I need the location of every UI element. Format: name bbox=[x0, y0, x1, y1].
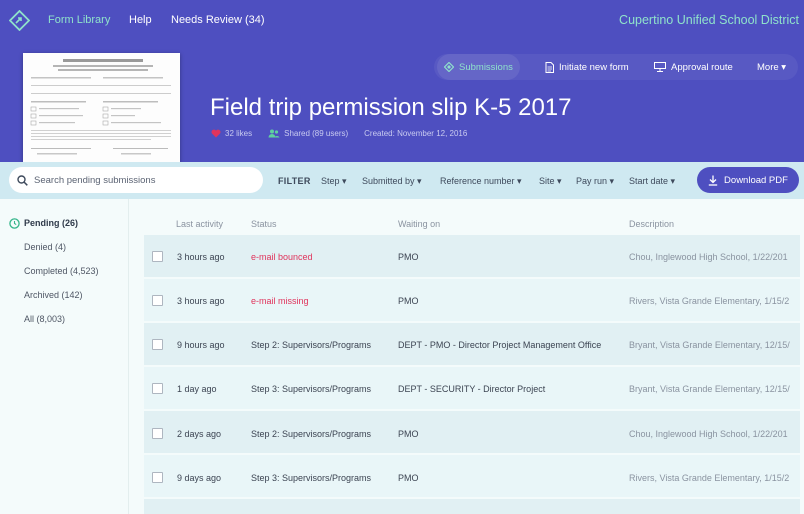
likes-count[interactable]: 32 likes bbox=[225, 129, 252, 138]
cell-description: Bryant, Vista Grande Elementary, 12/15/ bbox=[629, 340, 790, 350]
row-checkbox[interactable] bbox=[152, 428, 163, 439]
cell-waiting-on: DEPT - SECURITY - Director Project bbox=[398, 384, 546, 394]
column-header-status[interactable]: Status bbox=[251, 219, 277, 229]
document-icon bbox=[545, 61, 554, 73]
created-date: Created: November 12, 2016 bbox=[364, 129, 468, 138]
cell-waiting-on: PMO bbox=[398, 296, 419, 306]
filter-pay-run[interactable]: Pay run ▾ bbox=[576, 176, 614, 187]
cell-status: Step 2: Supervisors/Programs bbox=[251, 340, 372, 350]
route-icon bbox=[654, 62, 666, 72]
initiate-label: Initiate new form bbox=[559, 61, 629, 73]
sidebar-item-all[interactable]: All (8,003) bbox=[24, 314, 65, 324]
cell-description: Rivers, Vista Grande Elementary, 1/15/2 bbox=[629, 473, 790, 483]
row-checkbox[interactable] bbox=[152, 251, 163, 262]
cell-status: Step 3: Supervisors/Programs bbox=[251, 473, 372, 483]
cell-last-activity: 9 hours ago bbox=[177, 340, 225, 350]
diamond-icon bbox=[444, 62, 454, 72]
approval-label: Approval route bbox=[671, 61, 733, 73]
cell-waiting-on: DEPT - PMO - Director Project Management… bbox=[398, 340, 602, 350]
row-checkbox[interactable] bbox=[152, 295, 163, 306]
form-meta: 32 likes Shared (89 users) Created: Nove… bbox=[211, 129, 467, 138]
search-box[interactable] bbox=[9, 167, 263, 193]
cell-status: Step 2: Supervisors/Programs bbox=[251, 429, 372, 439]
sidebar-item-completed[interactable]: Completed (4,523) bbox=[24, 266, 99, 276]
download-pdf-button[interactable]: Download PDF bbox=[697, 167, 799, 193]
sidebar-item-archived[interactable]: Archived (142) bbox=[24, 290, 83, 300]
cell-status: e-mail bounced bbox=[251, 252, 313, 262]
cell-last-activity: 3 hours ago bbox=[177, 252, 225, 262]
cell-last-activity: 2 days ago bbox=[177, 429, 222, 439]
nav-form-library[interactable]: Form Library bbox=[48, 14, 110, 26]
download-icon bbox=[708, 175, 718, 186]
row-checkbox[interactable] bbox=[152, 339, 163, 350]
submissions-label: Submissions bbox=[459, 61, 513, 73]
cell-status: Step 3: Supervisors/Programs bbox=[251, 384, 372, 394]
search-input[interactable] bbox=[34, 174, 254, 186]
cell-waiting-on: PMO bbox=[398, 429, 419, 439]
clock-icon bbox=[9, 218, 20, 229]
download-label: Download PDF bbox=[724, 174, 788, 186]
table-row[interactable] bbox=[144, 499, 800, 514]
row-checkbox[interactable] bbox=[152, 383, 163, 394]
form-document-preview bbox=[23, 53, 180, 163]
cell-description: Bryant, Vista Grande Elementary, 12/15/ bbox=[629, 384, 790, 394]
sidebar-item-pending[interactable]: Pending (26) bbox=[24, 218, 78, 228]
app-logo-icon[interactable] bbox=[9, 10, 30, 31]
nav-needs-review[interactable]: Needs Review (34) bbox=[171, 14, 265, 26]
submissions-button[interactable]: Submissions bbox=[437, 54, 520, 80]
heart-icon bbox=[211, 129, 221, 138]
filter-site[interactable]: Site ▾ bbox=[539, 176, 562, 187]
top-navigation: Form Library Help Needs Review (34) Cupe… bbox=[0, 0, 804, 40]
filter-label: FILTER bbox=[278, 176, 311, 186]
sidebar-item-denied[interactable]: Denied (4) bbox=[24, 242, 66, 252]
approval-route-button[interactable]: Approval route bbox=[647, 54, 740, 80]
initiate-new-form-button[interactable]: Initiate new form bbox=[538, 54, 636, 80]
cell-status: e-mail missing bbox=[251, 296, 309, 306]
shared-users[interactable]: Shared (89 users) bbox=[284, 129, 348, 138]
form-title: Field trip permission slip K-5 2017 bbox=[210, 94, 572, 121]
filter-submitted-by[interactable]: Submitted by ▾ bbox=[362, 176, 422, 187]
cell-last-activity: 9 days ago bbox=[177, 473, 222, 483]
cell-waiting-on: PMO bbox=[398, 252, 419, 262]
district-name: Cupertino Unified School District bbox=[619, 13, 799, 27]
column-header-waiting-on[interactable]: Waiting on bbox=[398, 219, 440, 229]
filter-start-date[interactable]: Start date ▾ bbox=[629, 176, 675, 187]
nav-help[interactable]: Help bbox=[129, 14, 152, 26]
more-menu-button[interactable]: More ▾ bbox=[750, 54, 793, 80]
filter-step[interactable]: Step ▾ bbox=[321, 176, 347, 187]
cell-description: Chou, Inglewood High School, 1/22/201 bbox=[629, 252, 788, 262]
cell-last-activity: 1 day ago bbox=[177, 384, 217, 394]
cell-description: Rivers, Vista Grande Elementary, 1/15/2 bbox=[629, 296, 790, 306]
row-checkbox[interactable] bbox=[152, 472, 163, 483]
filter-reference-number[interactable]: Reference number ▾ bbox=[440, 176, 522, 187]
form-thumbnail[interactable] bbox=[23, 53, 180, 163]
cell-description: Chou, Inglewood High School, 1/22/201 bbox=[629, 429, 788, 439]
cell-last-activity: 3 hours ago bbox=[177, 296, 225, 306]
cell-waiting-on: PMO bbox=[398, 473, 419, 483]
more-label: More ▾ bbox=[757, 61, 787, 73]
column-header-last-activity[interactable]: Last activity bbox=[176, 219, 223, 229]
users-icon bbox=[268, 129, 280, 138]
search-icon bbox=[17, 174, 28, 186]
column-header-description[interactable]: Description bbox=[629, 219, 674, 229]
